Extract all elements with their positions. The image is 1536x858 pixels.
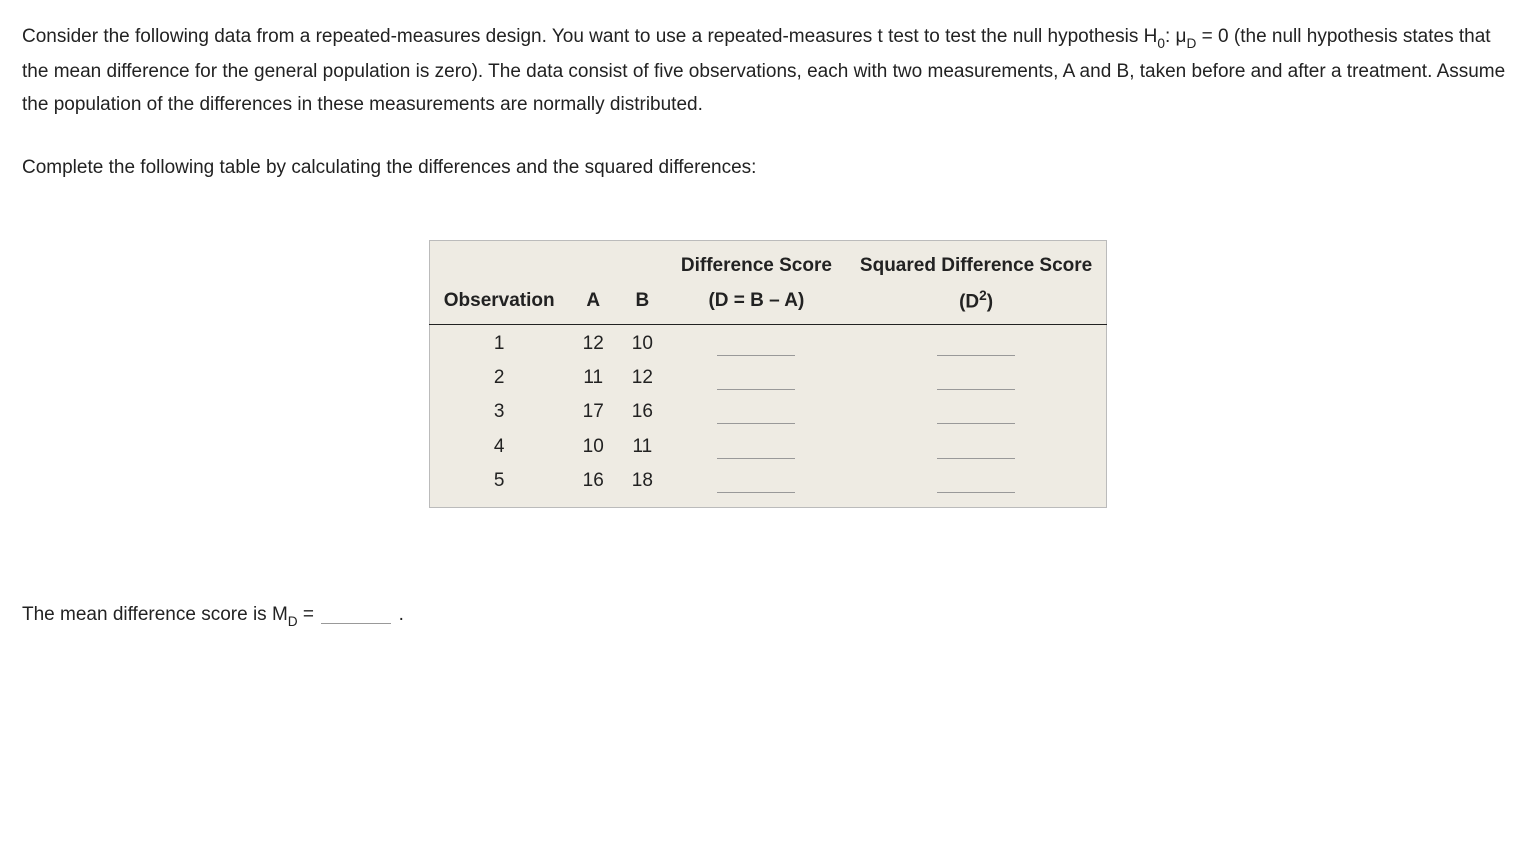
sq-input-blank[interactable]: [937, 372, 1015, 390]
header-b: B: [618, 283, 667, 324]
header-observation: Observation: [429, 283, 568, 324]
final-text-pre: The mean difference score is M: [22, 604, 288, 625]
mean-diff-line: The mean difference score is MD = .: [22, 598, 1514, 633]
final-text-mid: =: [298, 604, 320, 625]
header-diff-bot: (D = B – A): [667, 283, 846, 324]
table-row: 3 17 16: [429, 395, 1106, 429]
cell-b: 11: [618, 430, 667, 464]
diff-input-blank[interactable]: [717, 441, 795, 459]
subscript-d: D: [1187, 36, 1197, 51]
table-row: 1 12 10: [429, 324, 1106, 361]
cell-b: 12: [618, 361, 667, 395]
cell-a: 12: [569, 324, 618, 361]
table-header-row-2: Observation A B (D = B – A) (D2): [429, 283, 1106, 324]
diff-input-blank[interactable]: [717, 475, 795, 493]
instruction-paragraph: Complete the following table by calculat…: [22, 151, 1514, 184]
cell-b: 16: [618, 395, 667, 429]
header-sq-bot: (D2): [846, 283, 1107, 324]
table-container: Difference Score Squared Difference Scor…: [22, 240, 1514, 508]
data-table: Difference Score Squared Difference Scor…: [429, 240, 1107, 508]
cell-obs: 1: [429, 324, 568, 361]
cell-obs: 2: [429, 361, 568, 395]
cell-a: 17: [569, 395, 618, 429]
cell-b: 18: [618, 464, 667, 507]
sq-input-blank[interactable]: [937, 338, 1015, 356]
cell-obs: 3: [429, 395, 568, 429]
table-row: 2 11 12: [429, 361, 1106, 395]
cell-a: 10: [569, 430, 618, 464]
table-row: 5 16 18: [429, 464, 1106, 507]
mean-diff-input-blank[interactable]: [321, 610, 391, 624]
subscript-zero: 0: [1157, 36, 1165, 51]
diff-input-blank[interactable]: [717, 338, 795, 356]
intro-text-1: Consider the following data from a repea…: [22, 26, 1157, 47]
sq-input-blank[interactable]: [937, 475, 1015, 493]
cell-obs: 4: [429, 430, 568, 464]
diff-input-blank[interactable]: [717, 406, 795, 424]
intro-text-2: : μ: [1165, 26, 1187, 47]
header-diff-top: Difference Score: [667, 240, 846, 283]
final-sub-d: D: [288, 614, 298, 629]
cell-b: 10: [618, 324, 667, 361]
sq-input-blank[interactable]: [937, 406, 1015, 424]
intro-paragraph: Consider the following data from a repea…: [22, 20, 1514, 121]
cell-a: 16: [569, 464, 618, 507]
diff-input-blank[interactable]: [717, 372, 795, 390]
final-text-post: .: [393, 604, 404, 625]
table-row: 4 10 11: [429, 430, 1106, 464]
table-header-row-1: Difference Score Squared Difference Scor…: [429, 240, 1106, 283]
cell-obs: 5: [429, 464, 568, 507]
header-sq-top: Squared Difference Score: [846, 240, 1107, 283]
cell-a: 11: [569, 361, 618, 395]
header-a: A: [569, 283, 618, 324]
sq-input-blank[interactable]: [937, 441, 1015, 459]
instruction-text: Complete the following table by calculat…: [22, 157, 756, 178]
